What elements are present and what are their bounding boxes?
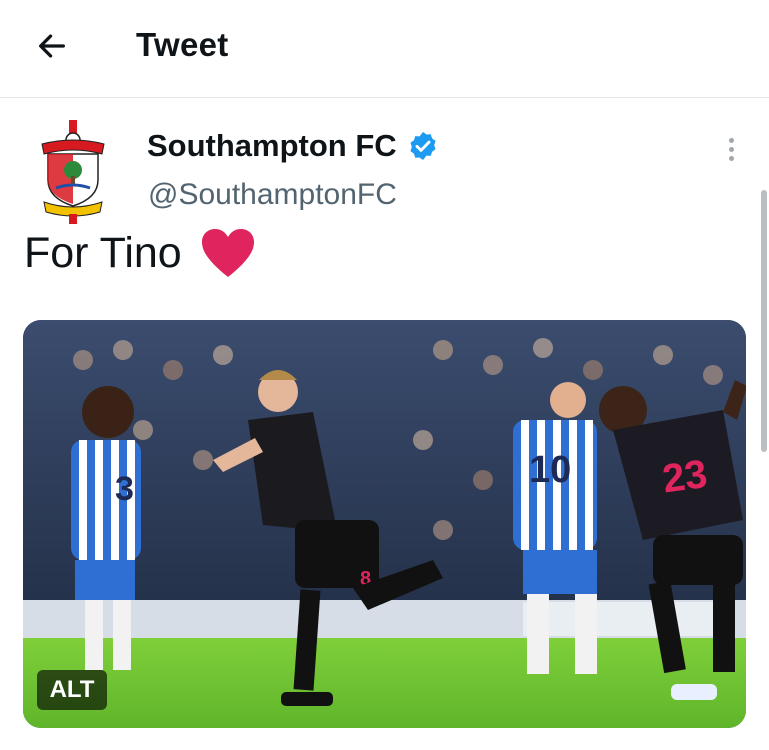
- more-options-button[interactable]: [718, 134, 744, 168]
- alt-text-button[interactable]: ALT: [37, 670, 107, 710]
- arrow-left-icon: [39, 34, 65, 58]
- jersey-number: 23: [660, 452, 710, 502]
- tweet-photo[interactable]: 3 8 10 23 ALT: [23, 320, 746, 728]
- scrollbar[interactable]: [761, 190, 767, 452]
- jersey-number: 3: [115, 470, 134, 508]
- top-bar: Tweet: [0, 0, 769, 98]
- page-title: Tweet: [136, 26, 229, 63]
- club-crest-icon: [41, 120, 105, 224]
- more-dot-icon: [728, 147, 734, 152]
- verified-badge-icon: [410, 132, 436, 160]
- avatar[interactable]: [36, 118, 110, 224]
- author-name-row[interactable]: Southampton FC: [147, 128, 439, 164]
- more-dot-icon: [728, 156, 734, 161]
- tweet-body: For Tino: [24, 228, 182, 277]
- jersey-number: 10: [529, 449, 571, 491]
- back-button[interactable]: [30, 24, 74, 68]
- red-heart-icon: [201, 229, 254, 277]
- more-dot-icon: [728, 138, 734, 143]
- tweet-text: For Tino: [24, 227, 256, 279]
- match-photo: 3 8 10 23: [23, 320, 746, 728]
- display-name[interactable]: Southampton FC: [147, 128, 397, 164]
- author-handle[interactable]: @SouthamptonFC: [148, 178, 397, 212]
